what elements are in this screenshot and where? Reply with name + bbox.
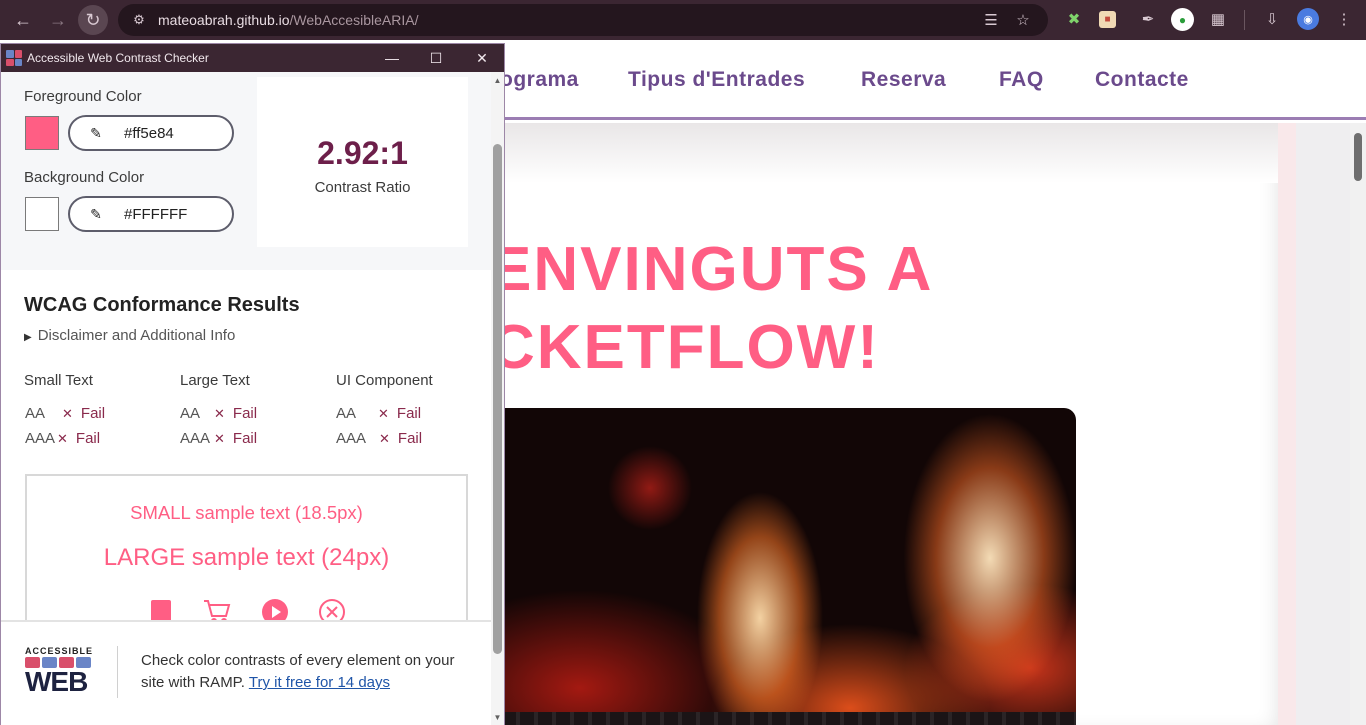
browser-toolbar: ← → ↻ ⚙ mateoabrah.github.io/WebAccesibl… — [0, 0, 1366, 40]
fail-x-icon: ✕ — [57, 431, 68, 446]
background-label: Background Color — [24, 169, 145, 186]
nav-link-tipus-entrades[interactable]: Tipus d'Entrades — [628, 68, 805, 92]
promo-divider — [117, 646, 118, 698]
contrast-checker-window: Accessible Web Contrast Checker — ☐ ✕ Fo… — [0, 43, 505, 725]
extensions-puzzle-icon[interactable]: ▦ — [1208, 9, 1228, 29]
hero-headline-line1: ENVINGUTS A — [490, 235, 934, 304]
bookmark-star-icon[interactable]: ☆ — [1014, 11, 1032, 29]
maximize-icon[interactable]: ☐ — [426, 48, 446, 68]
level-label: AA — [336, 405, 357, 422]
url-text[interactable]: mateoabrah.github.io/WebAccesibleARIA/ — [158, 12, 418, 28]
extension-cross-icon[interactable]: ✖ — [1064, 9, 1084, 29]
back-arrow-icon[interactable]: ← — [9, 6, 37, 34]
page-scrollbar-thumb[interactable] — [1354, 133, 1362, 181]
level-label: AAA — [25, 430, 56, 447]
scroll-down-arrow-icon[interactable]: ▼ — [491, 711, 504, 724]
status-text: Fail — [80, 405, 106, 422]
large-aa-result: AA ✕ Fail — [180, 405, 257, 422]
extension-color-icon[interactable]: ● — [1171, 8, 1194, 31]
minimize-icon[interactable]: — — [382, 48, 402, 68]
large-text-heading: Large Text — [180, 372, 250, 389]
status-text: Fail — [232, 430, 258, 447]
foreground-swatch[interactable] — [25, 116, 59, 150]
download-icon[interactable]: ⇩ — [1262, 9, 1282, 29]
contrast-ratio-value: 2.92:1 — [317, 135, 408, 171]
background-hex-value[interactable]: #FFFFFF — [124, 206, 187, 223]
status-text: Fail — [232, 405, 258, 422]
status-text: Fail — [396, 405, 422, 422]
stage-truss — [430, 712, 1076, 725]
contrast-ratio-label: Contrast Ratio — [314, 179, 411, 196]
checker-body: Foreground Color ✎ #ff5e84 Background Co… — [1, 72, 491, 725]
more-menu-icon[interactable]: ⋮ — [1334, 9, 1354, 29]
translate-icon[interactable]: ☰ — [982, 11, 1000, 29]
eyedropper-icon[interactable]: ✎ — [88, 206, 104, 222]
extension-scrollbar[interactable]: ▲ ▼ — [491, 72, 504, 725]
fail-x-icon: ✕ — [378, 406, 389, 421]
small-text-heading: Small Text — [24, 372, 93, 389]
promo-text: Check color contrasts of every element o… — [141, 650, 471, 694]
small-aa-result: AA ✕ Fail — [25, 405, 105, 422]
nav-link-contacte[interactable]: Contacte — [1095, 68, 1189, 92]
logo-top-text: ACCESSIBLE — [25, 646, 94, 656]
disclaimer-label: Disclaimer and Additional Info — [37, 327, 236, 344]
background-hex-field[interactable]: ✎ #FFFFFF — [68, 196, 234, 232]
reload-icon[interactable]: ↻ — [78, 5, 108, 35]
fail-x-icon: ✕ — [214, 431, 225, 446]
fail-x-icon: ✕ — [62, 406, 73, 421]
window-titlebar[interactable]: Accessible Web Contrast Checker — ☐ ✕ — [1, 44, 504, 72]
page-scrollbar[interactable] — [1350, 123, 1366, 725]
fireworks-hero-image — [430, 408, 1076, 725]
level-label: AAA — [336, 430, 367, 447]
app-logo-icon — [6, 50, 22, 66]
nav-link-programa[interactable]: ograma — [500, 68, 579, 92]
contrast-ratio-box: 2.92:1 Contrast Ratio — [257, 77, 468, 247]
level-label: AAA — [180, 430, 211, 447]
ui-aa-result: AA ✕ Fail — [336, 405, 421, 422]
promo-trial-link[interactable]: Try it free for 14 days — [249, 674, 390, 691]
profile-avatar-icon[interactable]: ◉ — [1297, 8, 1319, 30]
disclosure-triangle-icon: ▶ — [24, 332, 32, 343]
foreground-hex-field[interactable]: ✎ #ff5e84 — [68, 115, 234, 151]
wcag-results-title: WCAG Conformance Results — [24, 294, 300, 316]
small-aaa-result: AAA ✕ Fail — [25, 430, 100, 447]
sample-small-text: SMALL sample text (18.5px) — [130, 502, 363, 523]
page-side-strip — [1278, 123, 1296, 725]
nav-link-faq[interactable]: FAQ — [999, 68, 1044, 92]
fail-x-icon: ✕ — [214, 406, 225, 421]
nav-link-reserva[interactable]: Reserva — [861, 68, 946, 92]
url-host: mateoabrah.github.io — [158, 12, 290, 28]
ui-component-heading: UI Component — [336, 372, 433, 389]
foreground-hex-value[interactable]: #ff5e84 — [124, 125, 174, 142]
address-bar[interactable]: ⚙ mateoabrah.github.io/WebAccesibleARIA/… — [118, 4, 1048, 36]
extension-eyedropper-icon[interactable]: ✒ — [1138, 9, 1158, 29]
page-side-gutter — [1296, 123, 1350, 725]
level-label: AA — [180, 405, 201, 422]
forward-arrow-icon[interactable]: → — [44, 6, 72, 34]
ui-aaa-result: AAA ✕ Fail — [336, 430, 422, 447]
hero-headline-line2: CKETFLOW! — [490, 313, 880, 382]
color-picker-panel: Foreground Color ✎ #ff5e84 Background Co… — [1, 72, 491, 270]
eyedropper-icon[interactable]: ✎ — [88, 125, 104, 141]
scroll-up-arrow-icon[interactable]: ▲ — [491, 74, 504, 87]
extension-page-icon[interactable]: ■ — [1099, 11, 1116, 28]
toolbar-divider — [1244, 10, 1245, 30]
background-swatch[interactable] — [25, 197, 59, 231]
ramp-promo-footer: ACCESSIBLE WEB Check color contrasts of … — [1, 620, 491, 725]
status-text: Fail — [75, 430, 101, 447]
window-title: Accessible Web Contrast Checker — [27, 51, 209, 65]
accessible-web-logo: ACCESSIBLE WEB — [25, 646, 97, 700]
site-settings-icon[interactable]: ⚙ — [130, 11, 148, 29]
extension-scrollbar-thumb[interactable] — [493, 144, 502, 654]
large-aaa-result: AAA ✕ Fail — [180, 430, 257, 447]
foreground-label: Foreground Color — [24, 88, 142, 105]
level-label: AA — [25, 405, 46, 422]
url-path: /WebAccesibleARIA/ — [289, 12, 419, 28]
fail-x-icon: ✕ — [379, 431, 390, 446]
status-text: Fail — [397, 430, 423, 447]
sample-large-text: LARGE sample text (24px) — [103, 544, 390, 571]
close-icon[interactable]: ✕ — [472, 48, 492, 68]
logo-main-text: WEB — [25, 666, 88, 697]
disclaimer-toggle[interactable]: ▶ Disclaimer and Additional Info — [24, 327, 235, 344]
